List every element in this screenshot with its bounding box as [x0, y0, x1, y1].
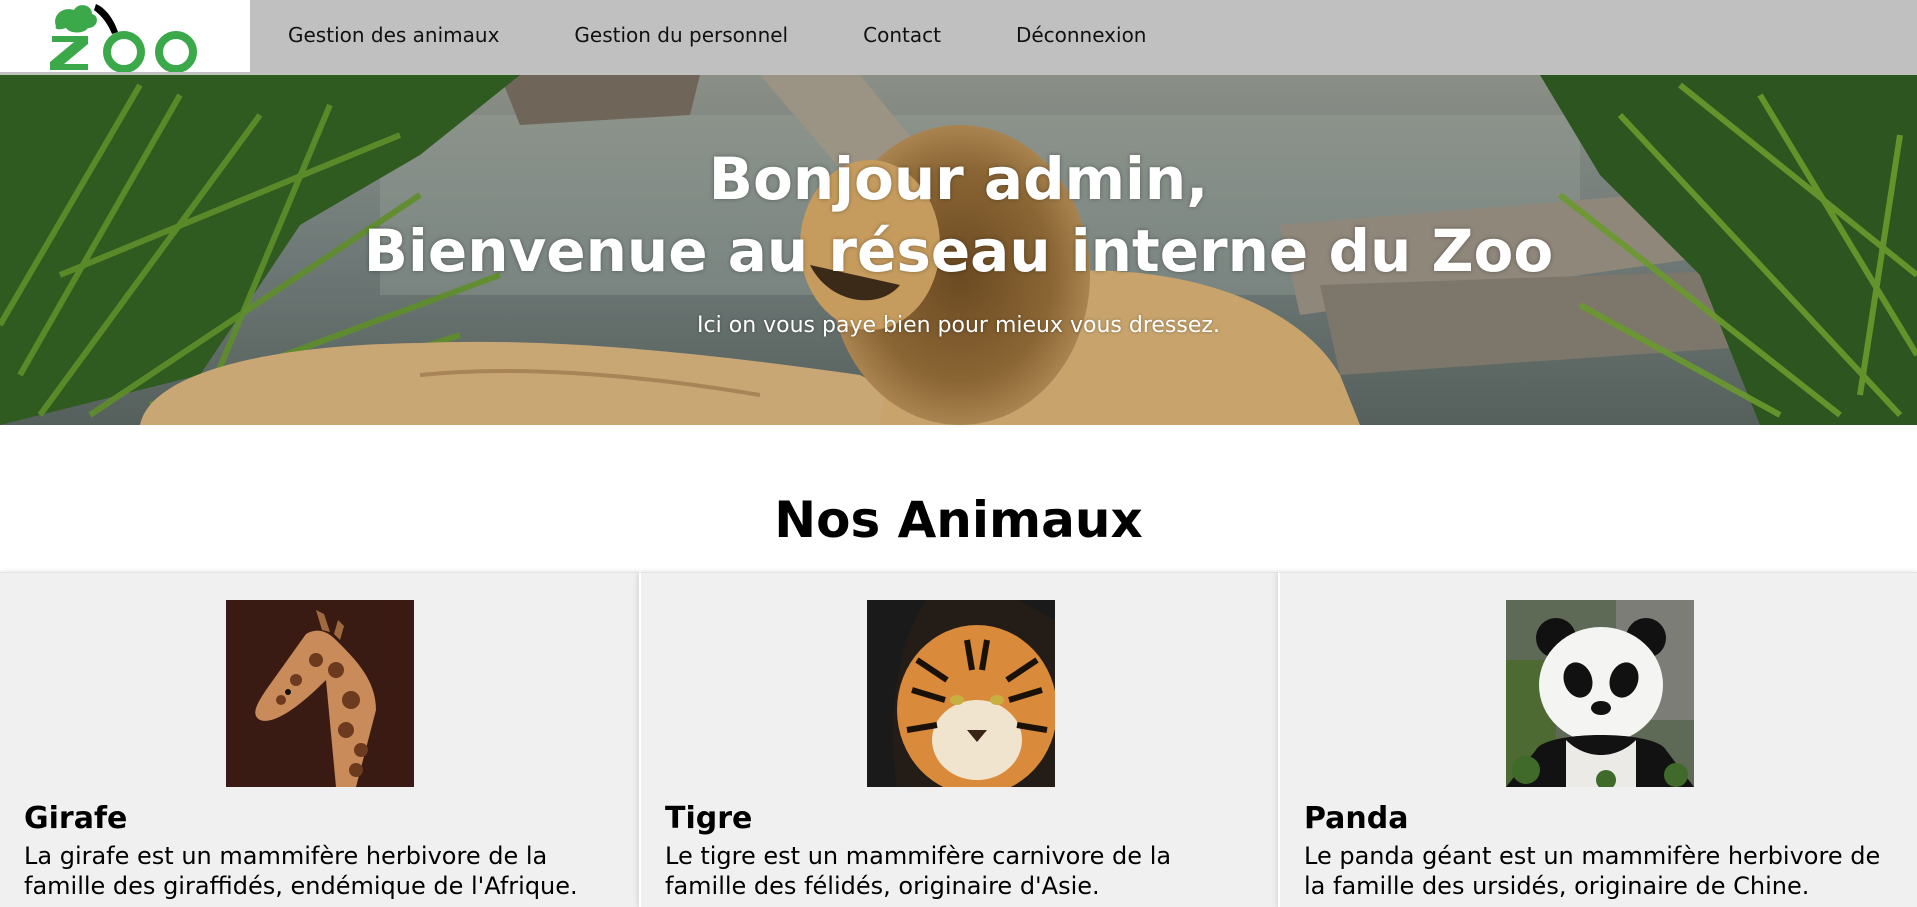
animal-description-line: famille des giraffidés, endémique de l'A… [24, 872, 578, 900]
hero-banner: Bonjour admin, Bienvenue au réseau inter… [0, 75, 1917, 425]
animal-description: La girafe est un mammifère herbivore de … [24, 841, 624, 901]
nav-link-staff[interactable]: Gestion du personnel [574, 23, 788, 47]
animal-name: Panda [1304, 801, 1409, 836]
animal-card-girafe[interactable]: Girafe La girafe est un mammifère herbiv… [0, 572, 639, 907]
animal-name: Girafe [24, 801, 128, 836]
hero-subtitle: Ici on vous paye bien pour mieux vous dr… [697, 313, 1220, 338]
animal-description-line: la famille des ursidés, originaire de Ch… [1304, 872, 1810, 900]
animal-card-tigre[interactable]: Tigre Le tigre est un mammifère carnivor… [639, 572, 1278, 907]
zoo-logo[interactable] [0, 0, 250, 72]
hero-title: Bonjour admin, Bienvenue au réseau inter… [0, 143, 1917, 287]
tiger-image [867, 600, 1055, 787]
animal-name: Tigre [665, 801, 753, 836]
animal-cards: Girafe La girafe est un mammifère herbiv… [0, 572, 1917, 907]
animal-description-line: La girafe est un mammifère herbivore de … [24, 842, 548, 870]
nav-link-logout[interactable]: Déconnexion [1016, 23, 1147, 47]
animal-description-line: Le tigre est un mammifère carnivore de l… [665, 842, 1172, 870]
hero-title-line1: Bonjour admin, [708, 145, 1209, 213]
section-title: Nos Animaux [774, 491, 1143, 549]
giraffe-image [226, 600, 414, 787]
animal-description-line: Le panda géant est un mammifère herbivor… [1304, 842, 1881, 870]
animal-card-panda[interactable]: Panda Le panda géant est un mammifère he… [1278, 572, 1917, 907]
nav-links: Gestion des animaux Gestion du personnel… [250, 0, 1183, 70]
zoo-logo-icon [50, 4, 197, 72]
nav-link-animals[interactable]: Gestion des animaux [288, 23, 499, 47]
panda-image [1506, 600, 1694, 787]
top-navbar: Gestion des animaux Gestion du personnel… [0, 0, 1917, 75]
animal-description: Le tigre est un mammifère carnivore de l… [665, 841, 1265, 901]
animal-description-line: famille des félidés, originaire d'Asie. [665, 872, 1100, 900]
hero-title-line2: Bienvenue au réseau interne du Zoo [363, 217, 1554, 285]
animal-description: Le panda géant est un mammifère herbivor… [1304, 841, 1904, 901]
hero-text: Bonjour admin, Bienvenue au réseau inter… [0, 75, 1917, 425]
nav-link-contact[interactable]: Contact [863, 23, 941, 47]
